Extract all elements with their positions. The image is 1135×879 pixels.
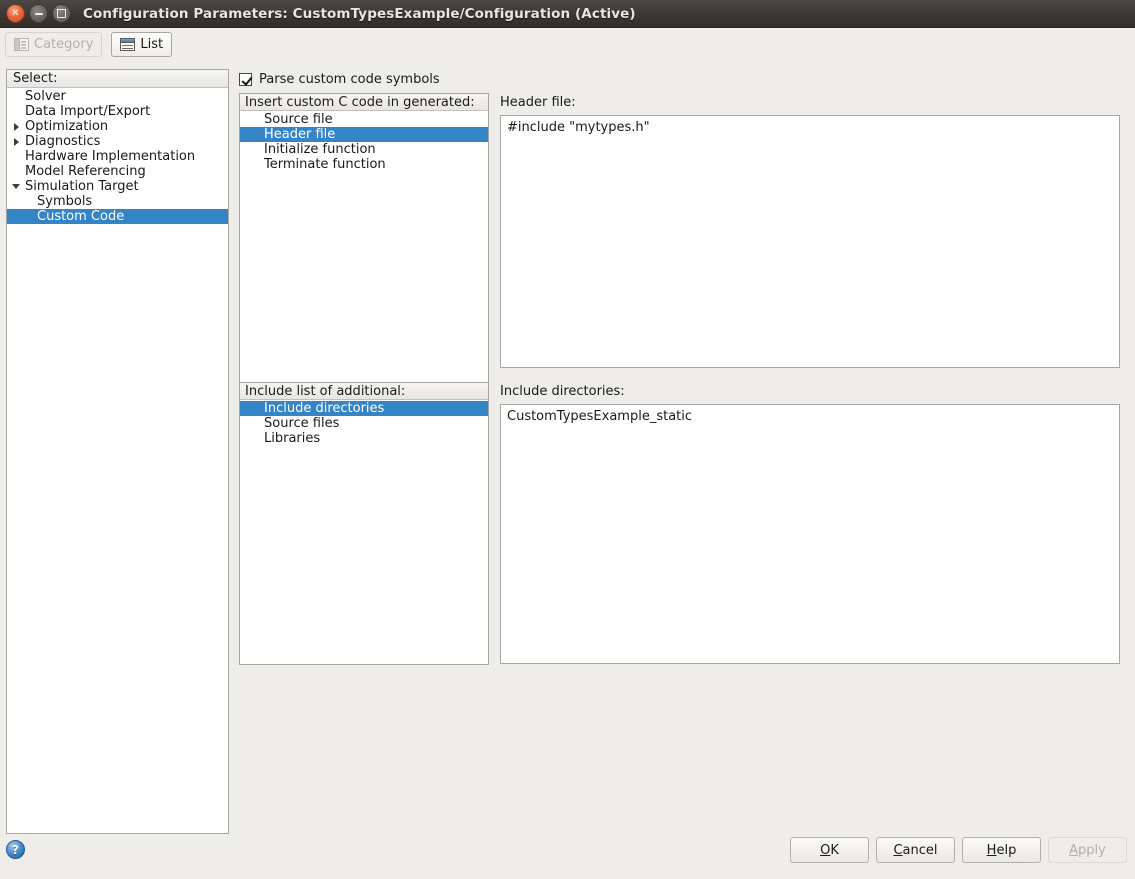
category-panes-icon xyxy=(14,38,29,51)
tree-item[interactable]: Hardware Implementation xyxy=(7,149,228,164)
parse-custom-code-symbols-row[interactable]: Parse custom code symbols xyxy=(239,72,440,87)
ok-button[interactable]: OK xyxy=(790,837,869,863)
list-item[interactable]: Initialize function xyxy=(240,142,488,157)
tree-item-label: Symbols xyxy=(37,194,93,209)
tree-item[interactable]: Optimization xyxy=(7,119,228,134)
tree-item[interactable]: Model Referencing xyxy=(7,164,228,179)
include-list-items[interactable]: Include directories Source files Libraries xyxy=(240,400,488,446)
list-item[interactable]: Include directories xyxy=(240,401,488,416)
category-view-button[interactable]: Category xyxy=(5,32,103,57)
button-mnemonic: H xyxy=(986,842,997,858)
tree-item[interactable]: Custom Code xyxy=(7,209,228,224)
insert-custom-code-items[interactable]: Source file Header file Initialize functio… xyxy=(240,111,488,172)
tree-item-label: Hardware Implementation xyxy=(25,149,196,164)
list-item[interactable]: Terminate function xyxy=(240,157,488,172)
category-view-label: Category xyxy=(34,37,94,52)
custom-code-pane: Parse custom code symbols Insert custom … xyxy=(238,60,1135,879)
tree-item[interactable]: Data Import/Export xyxy=(7,104,228,119)
cancel-button[interactable]: Cancel xyxy=(876,837,955,863)
button-label-rest: pply xyxy=(1078,842,1106,858)
window-controls: ✕ xyxy=(0,4,71,23)
list-item[interactable]: Header file xyxy=(240,127,488,142)
chevron-right-glyph xyxy=(13,137,19,146)
list-table-icon xyxy=(120,38,136,51)
minimize-icon[interactable] xyxy=(29,4,48,23)
parse-custom-code-symbols-checkbox[interactable] xyxy=(239,73,252,86)
apply-button: Apply xyxy=(1048,837,1127,863)
parse-custom-code-symbols-label: Parse custom code symbols xyxy=(259,72,440,87)
tree-item-label: Solver xyxy=(25,89,66,104)
help-question-icon[interactable]: ? xyxy=(6,840,25,859)
dialog-button-row: O K Cancel Help Apply xyxy=(790,837,1127,863)
button-mnemonic: A xyxy=(1069,842,1079,858)
select-tree-panel: Select: Solver Data Import/Export Optimiza… xyxy=(6,69,229,834)
include-list-listbox[interactable]: Include list of additional: Include dire… xyxy=(239,382,489,665)
insert-custom-code-header: Insert custom C code in generated: xyxy=(240,94,488,111)
tree-item-label: Model Referencing xyxy=(25,164,146,179)
dialog-footer: ? O K Cancel Help Apply xyxy=(0,832,1135,879)
chevron-right-icon[interactable] xyxy=(9,122,23,131)
help-button[interactable]: Help xyxy=(962,837,1041,863)
chevron-down-icon[interactable] xyxy=(9,184,23,189)
button-mnemonic: C xyxy=(893,842,903,858)
tree-item-label: Custom Code xyxy=(37,209,125,224)
list-item[interactable]: Source file xyxy=(240,112,488,127)
main-area: Select: Solver Data Import/Export Optimiza… xyxy=(0,60,1135,879)
include-list-header: Include list of additional: xyxy=(240,383,488,400)
tree-item[interactable]: Simulation Target xyxy=(7,179,228,194)
chevron-right-icon[interactable] xyxy=(9,137,23,146)
list-view-button[interactable]: List xyxy=(111,32,173,57)
maximize-icon[interactable] xyxy=(52,4,71,23)
chevron-right-glyph xyxy=(13,122,19,131)
window-title: Configuration Parameters: CustomTypesExa… xyxy=(83,5,636,22)
tree-item-label: Data Import/Export xyxy=(25,104,151,119)
list-item[interactable]: Libraries xyxy=(240,431,488,446)
tree-item[interactable]: Diagnostics xyxy=(7,134,228,149)
tree-item[interactable]: Solver xyxy=(7,89,228,104)
tree-item-label: Optimization xyxy=(25,119,109,134)
window-titlebar: ✕ Configuration Parameters: CustomTypesE… xyxy=(0,0,1135,28)
close-icon[interactable]: ✕ xyxy=(6,4,25,23)
list-view-label: List xyxy=(140,37,164,52)
include-directories-textarea[interactable]: CustomTypesExample_static xyxy=(500,404,1120,664)
button-label-rest: K xyxy=(830,842,839,858)
view-toolbar: Category List xyxy=(0,28,1135,61)
chevron-down-glyph xyxy=(12,184,20,189)
header-file-textarea[interactable]: #include "mytypes.h" xyxy=(500,115,1120,368)
tree-item-label: Diagnostics xyxy=(25,134,101,149)
button-label-rest: elp xyxy=(996,842,1017,858)
button-mnemonic: O xyxy=(820,842,831,858)
list-item[interactable]: Source files xyxy=(240,416,488,431)
tree-item[interactable]: Symbols xyxy=(7,194,228,209)
include-directories-label: Include directories: xyxy=(500,384,625,399)
select-tree-header: Select: xyxy=(7,70,228,88)
header-file-label: Header file: xyxy=(500,95,576,110)
button-label-rest: ancel xyxy=(902,842,938,858)
tree-item-label: Simulation Target xyxy=(25,179,139,194)
select-tree-list[interactable]: Solver Data Import/Export Optimization Diag… xyxy=(7,88,228,224)
